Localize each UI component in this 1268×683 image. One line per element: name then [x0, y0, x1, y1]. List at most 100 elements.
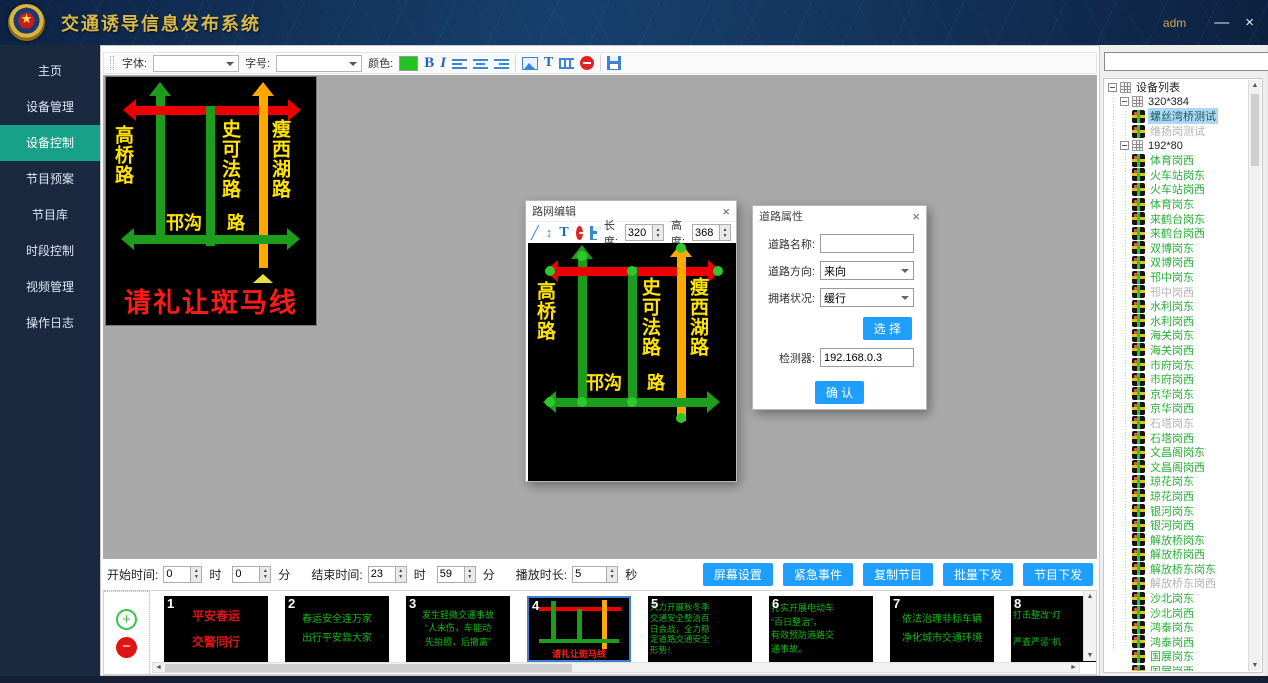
sidebar-item[interactable]: 节目预案	[0, 161, 100, 197]
congestion-select[interactable]: 缓行	[820, 288, 914, 307]
program-thumbnail[interactable]: 3 发生轻微交通事故 “人未伤，车能动 先拍照，后撤离”	[406, 596, 510, 662]
scroll-right-icon[interactable]: ►	[1068, 663, 1079, 673]
spinner-arrows[interactable]: ▲▼	[464, 566, 476, 583]
select-button[interactable]: 选 择	[863, 317, 912, 340]
control-point[interactable]	[545, 397, 555, 407]
start-hour-input[interactable]	[163, 566, 190, 583]
align-center-icon[interactable]	[473, 58, 488, 69]
control-point[interactable]	[577, 251, 587, 261]
tree-node[interactable]: 水利岗东	[1105, 299, 1248, 314]
tree-node[interactable]: 来鹤台岗西	[1105, 226, 1248, 241]
sidebar-item[interactable]: 视频管理	[0, 269, 100, 305]
scroll-up-icon[interactable]: ▲	[1249, 82, 1261, 89]
spinner-arrows[interactable]: ▲▼	[259, 566, 271, 583]
control-point[interactable]	[545, 266, 555, 276]
sidebar-item[interactable]: 时段控制	[0, 233, 100, 269]
dialog-titlebar[interactable]: 道路属性 ×	[753, 206, 926, 226]
tree-node[interactable]: 国展岗西	[1105, 664, 1248, 671]
tree-node[interactable]: 海关岗西	[1105, 343, 1248, 358]
start-minute-input[interactable]	[232, 566, 259, 583]
playlist-horizontal-scrollbar[interactable]: ◄ ►	[152, 662, 1080, 673]
sidebar-item[interactable]: 主页	[0, 53, 100, 89]
height-input[interactable]	[692, 224, 719, 241]
expand-toggle-icon[interactable]	[1108, 83, 1117, 92]
end-minute-input[interactable]	[437, 566, 464, 583]
tree-node[interactable]: 石塔岗西	[1105, 430, 1248, 445]
length-spinner[interactable]: ▲▼	[625, 224, 664, 241]
detector-input[interactable]	[820, 348, 914, 367]
bold-button[interactable]: B	[424, 55, 434, 72]
tree-node[interactable]: 海关岗东	[1105, 328, 1248, 343]
tree-node[interactable]: 双博岗东	[1105, 241, 1248, 256]
tree-node[interactable]: 螺丝湾桥测试	[1105, 109, 1248, 124]
road-name-input[interactable]	[820, 234, 914, 253]
action-button[interactable]: 节目下发	[1023, 563, 1093, 586]
start-hour-spinner[interactable]: ▲▼	[163, 566, 202, 583]
end-minute-spinner[interactable]: ▲▼	[437, 566, 476, 583]
tree-node[interactable]: 双博岗西	[1105, 255, 1248, 270]
tree-node[interactable]: 来鹤台岗东	[1105, 211, 1248, 226]
color-swatch[interactable]	[399, 56, 418, 71]
control-point[interactable]	[713, 266, 723, 276]
scroll-up-icon[interactable]: ▲	[1084, 593, 1096, 600]
tree-node[interactable]: 沙北岗西	[1105, 605, 1248, 620]
control-point[interactable]	[627, 266, 637, 276]
end-hour-input[interactable]	[368, 566, 395, 583]
control-point[interactable]	[676, 413, 686, 423]
save-icon[interactable]	[590, 226, 597, 240]
expand-toggle-icon[interactable]	[1120, 141, 1129, 150]
spinner-arrows[interactable]: ▲▼	[652, 224, 664, 241]
save-icon[interactable]	[607, 56, 621, 70]
scroll-down-icon[interactable]: ▼	[1249, 662, 1261, 669]
scrollbar-thumb[interactable]	[1251, 94, 1259, 166]
action-button[interactable]: 批量下发	[943, 563, 1013, 586]
spinner-arrows[interactable]: ▲▼	[606, 566, 618, 583]
align-right-icon[interactable]	[494, 58, 509, 69]
height-spinner[interactable]: ▲▼	[692, 224, 731, 241]
tree-node[interactable]: 邗中岗西	[1105, 284, 1248, 299]
tree-node[interactable]: 沙北岗东	[1105, 591, 1248, 606]
expand-toggle-icon[interactable]	[1120, 97, 1129, 106]
add-program-button[interactable]: +	[116, 609, 137, 630]
spinner-arrows[interactable]: ▲▼	[395, 566, 407, 583]
control-point[interactable]	[676, 243, 686, 253]
program-thumbnail[interactable]: 7 依法治理非标车辆 净化城市交通环境	[890, 596, 994, 662]
tree-node[interactable]: 琼花岗东	[1105, 474, 1248, 489]
program-thumbnail[interactable]: 2 春运安全连万家 出行平安靠大家	[285, 596, 389, 662]
action-button[interactable]: 屏幕设置	[703, 563, 773, 586]
road-editor-canvas[interactable]: 高桥路 史可法路 瘦西湖路 邗沟 路	[528, 243, 736, 481]
tree-node[interactable]: 鸿泰岗西	[1105, 635, 1248, 650]
sidebar-item[interactable]: 操作日志	[0, 305, 100, 341]
road-direction-select[interactable]: 来向	[820, 261, 914, 280]
crosswalk-icon[interactable]	[559, 58, 574, 69]
control-point[interactable]	[627, 397, 637, 407]
tree-node[interactable]: 市府岗东	[1105, 357, 1248, 372]
tree-node[interactable]: 192*80	[1105, 138, 1248, 153]
playlist-vertical-scrollbar[interactable]: ▲ ▼	[1083, 591, 1096, 661]
tree-scrollbar[interactable]: ▲ ▼	[1248, 80, 1261, 671]
tree-node[interactable]: 320*384	[1105, 95, 1248, 110]
tree-node[interactable]: 解放桥东岗东	[1105, 562, 1248, 577]
confirm-button[interactable]: 确 认	[815, 381, 864, 404]
tree-node[interactable]: 解放桥东岗西	[1105, 576, 1248, 591]
tree-node[interactable]: 文昌阁岗东	[1105, 445, 1248, 460]
action-button[interactable]: 复制节目	[863, 563, 933, 586]
sidebar-item[interactable]: 设备控制	[0, 125, 100, 161]
duration-input[interactable]	[572, 566, 606, 583]
tree-node[interactable]: 邗中岗东	[1105, 270, 1248, 285]
delete-icon[interactable]	[576, 226, 583, 240]
spinner-arrows[interactable]: ▲▼	[190, 566, 202, 583]
tree-node[interactable]: 火车站岗东	[1105, 168, 1248, 183]
program-thumbnail[interactable]: 6 扎实开展电动车 “百日整治”， 有效预防道路交 通事故。	[769, 596, 873, 662]
tree-node[interactable]: 文昌阁岗西	[1105, 459, 1248, 474]
close-icon[interactable]: ×	[722, 205, 730, 218]
tree-node[interactable]: 市府岗西	[1105, 372, 1248, 387]
tree-node[interactable]: 琼花岗西	[1105, 489, 1248, 504]
insert-image-icon[interactable]	[522, 57, 538, 70]
font-select[interactable]	[153, 55, 239, 72]
tree-node[interactable]: 体育岗东	[1105, 197, 1248, 212]
tree-node[interactable]: 体育岗西	[1105, 153, 1248, 168]
led-preview-canvas[interactable]: 高桥路 史可法路 瘦西湖路 邗沟 路 请礼让斑马线	[105, 76, 317, 326]
tree-node[interactable]: 设备列表	[1105, 80, 1248, 95]
tree-node[interactable]: 解放桥岗东	[1105, 532, 1248, 547]
